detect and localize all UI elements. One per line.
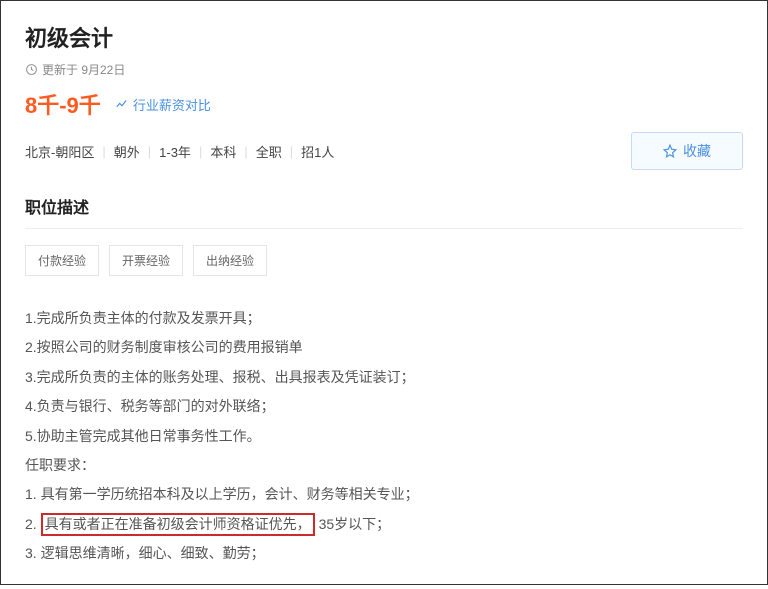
req-item: 3. 逻辑思维清晰，细心、细致、勤劳； — [25, 539, 743, 568]
salary-compare-text: 行业薪资对比 — [133, 95, 211, 114]
desc-item: 3.完成所负责的主体的账务处理、报税、出具报表及凭证装订； — [25, 363, 743, 392]
meta-type: 全职 — [256, 142, 282, 161]
salary-value: 8千-9千 — [25, 88, 101, 120]
separator: | — [290, 144, 293, 159]
salary-compare-link[interactable]: 行业薪资对比 — [115, 95, 211, 114]
skill-tag: 出纳经验 — [193, 245, 267, 276]
separator: | — [199, 144, 202, 159]
desc-item: 2.按照公司的财务制度审核公司的费用报销单 — [25, 333, 743, 362]
meta-area: 朝外 — [114, 142, 140, 161]
desc-item: 4.负责与银行、税务等部门的对外联络； — [25, 392, 743, 421]
separator: | — [148, 144, 151, 159]
req-item-highlighted: 2. 具有或者正在准备初级会计师资格证优先，35岁以下； — [25, 510, 743, 539]
separator: | — [102, 144, 105, 159]
clock-icon — [25, 63, 38, 76]
section-title: 职位描述 — [25, 194, 743, 229]
meta-education: 本科 — [210, 142, 236, 161]
chart-icon — [115, 97, 129, 111]
skill-tags: 付款经验 开票经验 出纳经验 — [25, 245, 743, 276]
meta-experience: 1-3年 — [159, 142, 191, 161]
updated-text: 更新于 9月22日 — [42, 61, 125, 78]
desc-item: 1.完成所负责主体的付款及发票开具； — [25, 304, 743, 333]
meta-location: 北京-朝阳区 — [25, 142, 94, 161]
separator: | — [244, 144, 247, 159]
favorite-label: 收藏 — [683, 141, 711, 161]
req-suffix: 35岁以下； — [319, 516, 391, 532]
description-list: 1.完成所负责主体的付款及发票开具； 2.按照公司的财务制度审核公司的费用报销单… — [25, 304, 743, 569]
meta-tags: 北京-朝阳区 | 朝外 | 1-3年 | 本科 | 全职 | 招1人 — [25, 142, 334, 161]
highlight-box: 具有或者正在准备初级会计师资格证优先， — [41, 513, 315, 537]
desc-item: 5.协助主管完成其他日常事务性工作。 — [25, 422, 743, 451]
meta-headcount: 招1人 — [301, 142, 334, 161]
favorite-button[interactable]: 收藏 — [631, 132, 743, 170]
job-title: 初级会计 — [25, 21, 743, 53]
star-icon — [663, 144, 677, 158]
req-title: 任职要求： — [25, 451, 743, 480]
req-item: 1. 具有第一学历统招本科及以上学历，会计、财务等相关专业； — [25, 480, 743, 509]
skill-tag: 付款经验 — [25, 245, 99, 276]
skill-tag: 开票经验 — [109, 245, 183, 276]
updated-row: 更新于 9月22日 — [25, 61, 743, 78]
salary-row: 8千-9千 行业薪资对比 — [25, 88, 743, 120]
req-prefix: 2. — [25, 516, 41, 532]
